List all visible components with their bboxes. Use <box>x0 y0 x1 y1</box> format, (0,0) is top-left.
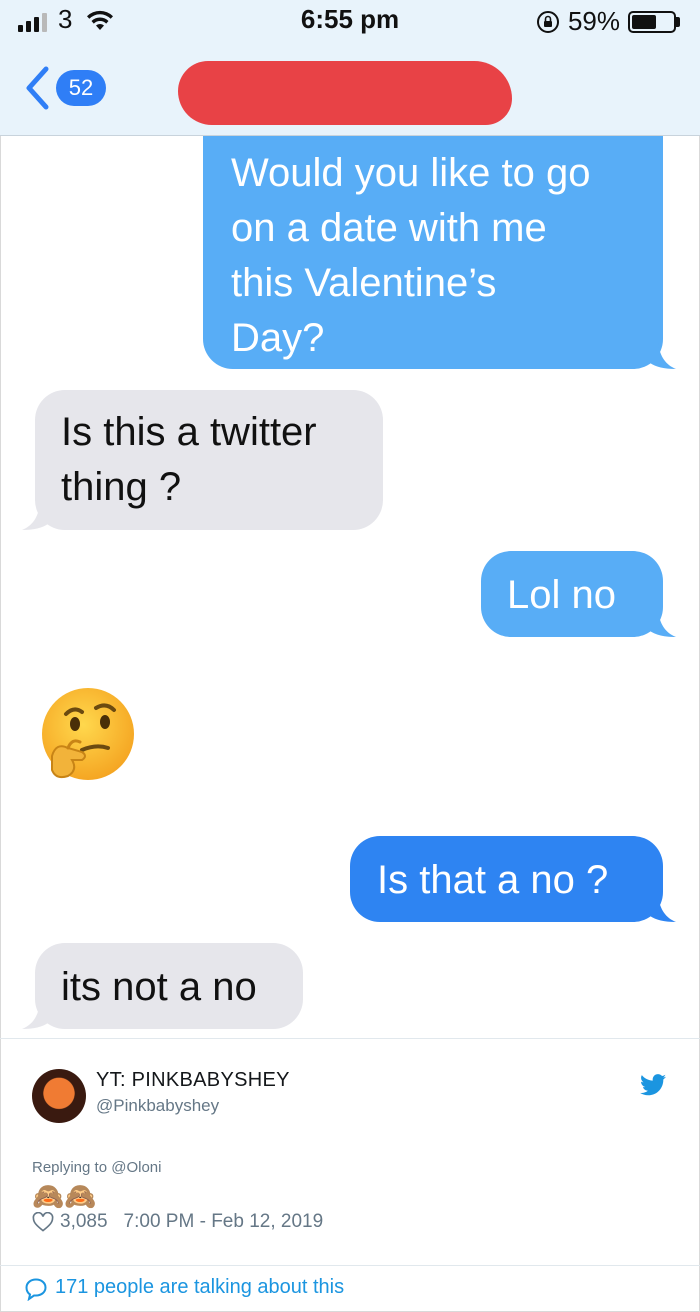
message-bubble-sent: Lol no <box>481 551 663 637</box>
message-bubble-sent: Would you like to go on a date with me t… <box>203 136 663 369</box>
bubble-tail-sent <box>650 343 676 369</box>
unread-count-badge: 52 <box>56 70 106 106</box>
message-line: its not a no <box>61 965 257 1009</box>
back-button[interactable]: 52 <box>24 66 106 110</box>
battery-fill <box>632 14 656 29</box>
speech-bubble-icon <box>25 1278 47 1301</box>
redacted-contact-name <box>178 61 512 125</box>
bubble-tail-received <box>22 1003 48 1029</box>
message-bubble-received: its not a no <box>35 943 303 1029</box>
message-line: Day? <box>231 316 325 360</box>
message-line: Would you like to go <box>231 151 591 195</box>
tweet-text: 🙈🙈 <box>32 1181 97 1211</box>
bubble-tail-sent <box>650 896 676 922</box>
chevron-left-icon <box>26 66 49 110</box>
tweet-footer[interactable]: 171 people are talking about this <box>0 1265 700 1312</box>
tweet-card[interactable]: YT: PINKBABYSHEY @Pinkbabyshey Replying … <box>0 1038 700 1311</box>
replying-to-label[interactable]: Replying to @Oloni <box>32 1159 161 1176</box>
conversation-link[interactable]: 171 people are talking about this <box>55 1276 344 1299</box>
like-count[interactable]: 3,085 <box>60 1211 108 1233</box>
message-line: this Valentine’s <box>231 261 497 305</box>
status-bar: 3 6:55 pm 59% <box>0 0 700 40</box>
battery-icon <box>628 10 680 33</box>
tweet-author-handle[interactable]: @Pinkbabyshey <box>96 1096 219 1116</box>
thinking-face-icon <box>42 688 134 780</box>
bubble-tail-sent <box>650 611 676 637</box>
tweet-timestamp[interactable]: 7:00 PM - Feb 12, 2019 <box>124 1211 324 1233</box>
bubble-tail-received <box>22 504 48 530</box>
twitter-bird-icon[interactable] <box>640 1074 666 1096</box>
message-bubble-sent: Is that a no ? <box>350 836 663 922</box>
avatar[interactable] <box>32 1069 86 1123</box>
message-line: on a date with me <box>231 206 547 250</box>
battery-group: 59% <box>536 6 680 37</box>
message-emoji-received: 🤔 <box>38 686 136 786</box>
rotation-lock-icon <box>536 10 559 33</box>
message-line: Is that a no ? <box>377 858 609 902</box>
message-bubble-received: Is this a twitter thing ? <box>35 390 383 530</box>
message-line: thing ? <box>61 465 182 509</box>
message-line: Is this a twitter <box>61 410 317 454</box>
tweet-meta: 3,085 7:00 PM - Feb 12, 2019 <box>32 1211 323 1233</box>
heart-icon[interactable] <box>32 1212 54 1232</box>
battery-percent: 59% <box>567 6 620 36</box>
tweet-author-name[interactable]: YT: PINKBABYSHEY <box>96 1069 290 1092</box>
message-line: Lol no <box>507 573 616 617</box>
